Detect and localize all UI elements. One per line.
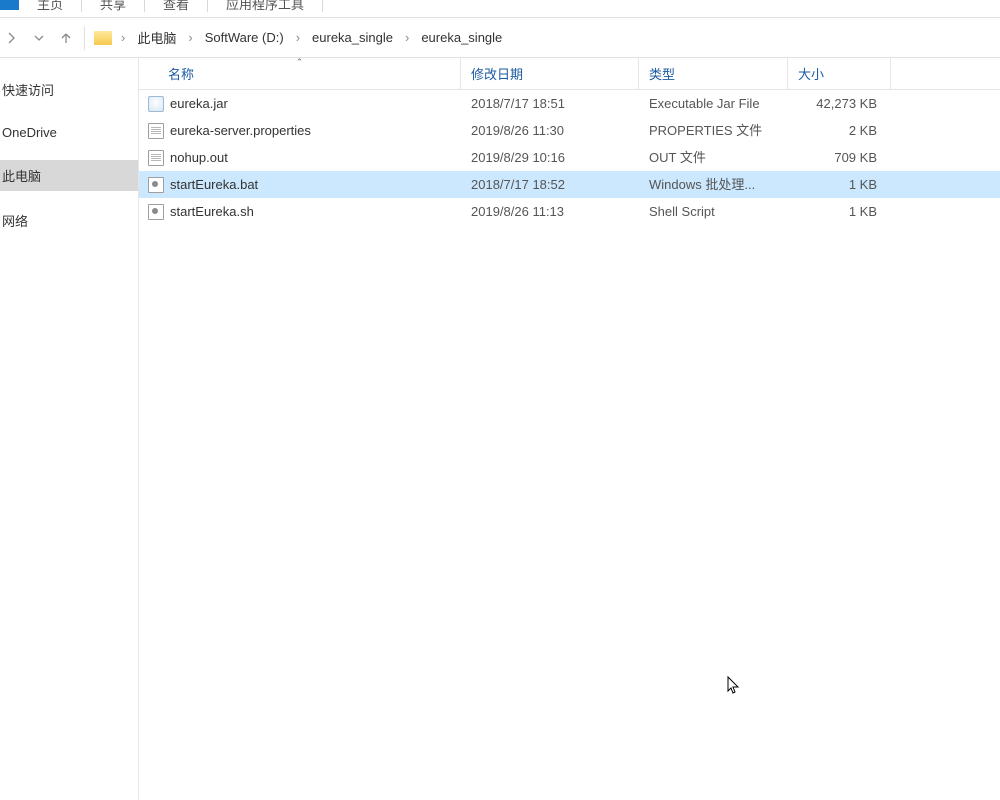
file-row[interactable]: startEureka.sh 2019/8/26 11:13Shell Scrip… [139,198,1000,225]
folder-icon [94,31,112,45]
file-date: 2018/7/17 18:51 [461,96,639,111]
chevron-right-icon[interactable]: › [188,30,192,45]
file-size: 2 KB [788,123,891,138]
ribbon-tab-apptools[interactable]: 应用程序工具 [208,0,322,14]
sidebar: 快速访问 OneDrive 此电脑网络 [0,58,139,800]
cursor-icon [727,676,741,696]
file-row[interactable]: eureka-server.properties 2019/8/26 11:30P… [139,117,1000,144]
sidebar-item[interactable]: 快速访问 [0,74,138,105]
file-type: OUT 文件 [639,144,788,171]
sidebar-item[interactable]: 此电脑 [0,160,138,191]
ribbon-tab-share[interactable]: 共享 [82,0,144,14]
file-name: startEureka.sh [170,204,254,219]
column-size[interactable]: 大小 [788,58,891,89]
file-name: startEureka.bat [170,177,258,192]
nav-up-button[interactable] [57,29,75,47]
file-size: 42,273 KB [788,96,891,111]
file-icon [148,204,164,220]
file-name: eureka-server.properties [170,123,311,138]
file-type: Shell Script [639,198,788,225]
crumb-thispc[interactable]: 此电脑 [134,28,179,47]
file-size: 709 KB [788,150,891,165]
file-date: 2019/8/26 11:30 [461,123,639,138]
column-headers: ⌃ 名称 修改日期 类型 大小 [139,58,1000,90]
column-name-label: 名称 [168,64,194,83]
file-size: 1 KB [788,204,891,219]
ribbon-tab-view[interactable]: 查看 [145,0,207,14]
file-date: 2019/8/26 11:13 [461,204,639,219]
column-date[interactable]: 修改日期 [461,58,639,89]
file-row[interactable]: startEureka.bat 2018/7/17 18:52Windows 批处… [139,171,1000,198]
file-row[interactable]: eureka.jar 2018/7/17 18:51Executable Jar … [139,90,1000,117]
ribbon-sep [322,0,323,12]
nav-forward-button[interactable] [3,29,21,47]
file-icon [148,177,164,193]
chevron-right-icon[interactable]: › [296,30,300,45]
file-name: eureka.jar [170,96,228,111]
crumb-drive[interactable]: SoftWare (D:) [202,30,287,45]
ribbon-accent [0,0,19,10]
file-type: Executable Jar File [639,90,788,117]
file-icon [148,150,164,166]
sidebar-item[interactable]: 网络 [0,205,138,236]
file-date: 2019/8/29 10:16 [461,150,639,165]
sort-indicator-icon: ⌃ [296,57,304,68]
file-type: PROPERTIES 文件 [639,117,788,144]
crumb-folder2[interactable]: eureka_single [418,30,505,45]
sidebar-item[interactable]: OneDrive [0,119,138,146]
file-date: 2018/7/17 18:52 [461,177,639,192]
file-name: nohup.out [170,150,228,165]
address-bar: › 此电脑 › SoftWare (D:) › eureka_single › … [0,18,1000,58]
crumb-folder1[interactable]: eureka_single [309,30,396,45]
ribbon-tab-home[interactable]: 主页 [19,0,81,14]
column-name[interactable]: ⌃ 名称 [139,58,461,89]
column-type[interactable]: 类型 [639,58,788,89]
file-icon [148,96,164,112]
chevron-right-icon[interactable]: › [405,30,409,45]
file-icon [148,123,164,139]
file-type: Windows 批处理... [639,171,788,198]
file-pane: ⌃ 名称 修改日期 类型 大小 eureka.jar 2018/7/17 18:5… [139,58,1000,800]
addr-sep [84,26,85,50]
recent-locations-button[interactable] [30,29,48,47]
chevron-right-icon[interactable]: › [121,30,125,45]
file-row[interactable]: nohup.out 2019/8/29 10:16OUT 文件709 KB [139,144,1000,171]
file-size: 1 KB [788,177,891,192]
ribbon: 主页 共享 查看 应用程序工具 [0,0,1000,18]
